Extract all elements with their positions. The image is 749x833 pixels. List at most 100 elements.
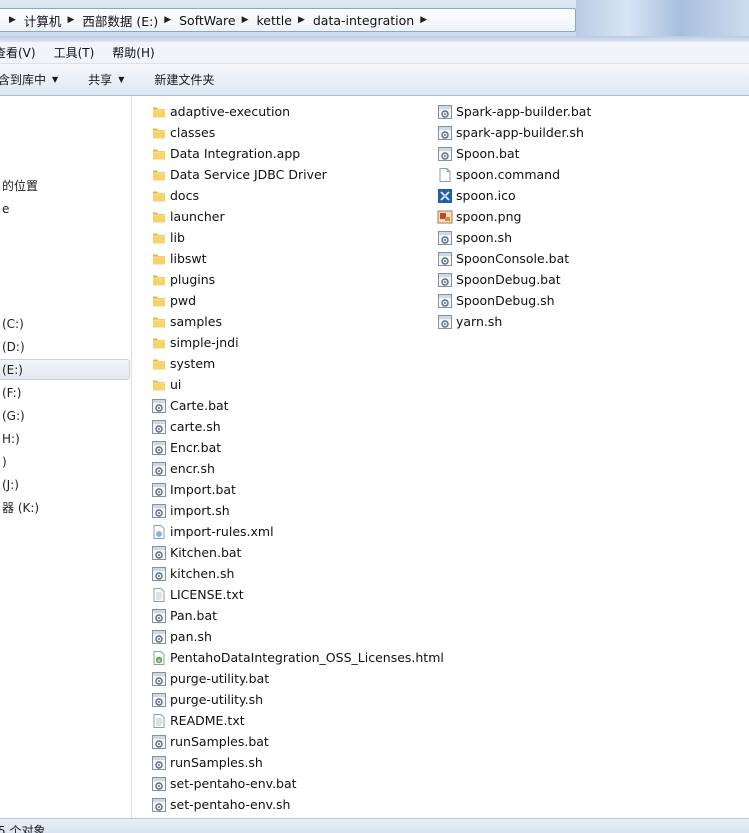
menu-help[interactable]: 帮助(H) [112, 44, 154, 61]
file-item[interactable]: Data Service JDBC Driver [151, 164, 444, 185]
file-name: spark-app-builder.sh [456, 125, 584, 140]
address-bar-area: ▶ 计算机 ▶ 西部数据 (E:) ▶ SoftWare ▶ kettle ▶ data… [0, 0, 749, 42]
folder-icon [151, 335, 167, 351]
file-item[interactable]: yarn.sh [437, 311, 591, 332]
file-item[interactable]: spoon.ico [437, 185, 591, 206]
chevron-right-icon[interactable]: ▶ [420, 15, 427, 25]
nav-item-drive-i[interactable]: ) [0, 451, 130, 472]
file-item[interactable]: classes [151, 122, 444, 143]
script-icon [437, 314, 453, 330]
file-item[interactable]: Encr.bat [151, 437, 444, 458]
file-item[interactable]: Kitchen.bat [151, 542, 444, 563]
script-icon [151, 440, 167, 456]
file-item[interactable]: launcher [151, 206, 444, 227]
chevron-right-icon[interactable]: ▶ [242, 15, 249, 25]
file-list-view[interactable]: adaptive-execution classes Data Integratio… [133, 96, 749, 818]
file-item[interactable]: SpoonDebug.sh [437, 290, 591, 311]
new-folder-button[interactable]: 新建文件夹 [154, 71, 214, 88]
navigation-pane[interactable]: 的位置 e (C:) (D:) (E:) (F:) (G:) H:) ) (J:… [0, 96, 132, 818]
file-item[interactable]: Pan.bat [151, 605, 444, 626]
file-item[interactable]: import-rules.xml [151, 521, 444, 542]
script-icon [151, 734, 167, 750]
nav-item-drive-e[interactable]: (E:) [0, 359, 130, 380]
file-name: carte.sh [170, 419, 221, 434]
file-item[interactable]: pan.sh [151, 626, 444, 647]
script-icon [437, 251, 453, 267]
breadcrumb-root-chevron[interactable]: ▶ [0, 9, 18, 31]
file-name: simple-jndi [170, 335, 239, 350]
file-item[interactable]: libswt [151, 248, 444, 269]
breadcrumb-item-data-integration[interactable]: data-integration ▶ [307, 9, 429, 31]
nav-item-drive-f[interactable]: (F:) [0, 382, 130, 403]
file-item[interactable]: purge-utility.sh [151, 689, 444, 710]
text-file-icon [151, 587, 167, 603]
file-name: samples [170, 314, 222, 329]
file-item[interactable]: kitchen.sh [151, 563, 444, 584]
file-item[interactable]: LICENSE.txt [151, 584, 444, 605]
chevron-right-icon[interactable]: ▶ [298, 15, 305, 25]
breadcrumb-item-software[interactable]: SoftWare ▶ [173, 9, 250, 31]
file-name: lib [170, 230, 185, 245]
file-item[interactable]: ui [151, 374, 444, 395]
file-item[interactable]: SpoonDebug.bat [437, 269, 591, 290]
nav-item-drive-c[interactable]: (C:) [0, 313, 130, 334]
text-file-icon [151, 713, 167, 729]
file-item[interactable]: Carte.bat [151, 395, 444, 416]
breadcrumb-label: 西部数据 (E:) [82, 13, 159, 29]
file-item[interactable]: Spoon.bat [437, 143, 591, 164]
file-item[interactable]: pwd [151, 290, 444, 311]
nav-item-drive-j[interactable]: (J:) [0, 474, 130, 495]
file-item[interactable]: spoon.png [437, 206, 591, 227]
menu-tools[interactable]: 工具(T) [54, 44, 95, 61]
file-item[interactable]: carte.sh [151, 416, 444, 437]
nav-item-drive-k[interactable]: 器 (K:) [0, 497, 130, 518]
share-button[interactable]: 共享 ▼ [88, 71, 124, 88]
file-name: spoon.command [456, 167, 561, 182]
include-in-library-button[interactable]: 含到库中 ▼ [0, 71, 58, 88]
file-item[interactable]: plugins [151, 269, 444, 290]
nav-item-drive-g[interactable]: (G:) [0, 405, 130, 426]
nav-item-recent-places[interactable]: 的位置 [0, 175, 130, 196]
file-item[interactable]: Import.bat [151, 479, 444, 500]
nav-item-label: H:) [2, 431, 20, 446]
file-item[interactable]: purge-utility.bat [151, 668, 444, 689]
breadcrumb-item-kettle[interactable]: kettle ▶ [251, 9, 307, 31]
chevron-right-icon[interactable]: ▶ [164, 15, 171, 25]
file-item[interactable]: runSamples.sh [151, 752, 444, 773]
file-item[interactable]: Data Integration.app [151, 143, 444, 164]
script-icon [151, 398, 167, 414]
nav-item-label: ) [2, 454, 7, 469]
breadcrumb-item-drive-e[interactable]: 西部数据 (E:) ▶ [76, 9, 173, 31]
nav-item-partial[interactable]: e [0, 198, 130, 219]
file-item[interactable]: lib [151, 227, 444, 248]
file-item[interactable]: Spark-app-builder.bat [437, 101, 591, 122]
file-item[interactable]: set-pentaho-env.bat [151, 773, 444, 794]
file-item[interactable]: runSamples.bat [151, 731, 444, 752]
file-item[interactable]: system [151, 353, 444, 374]
menu-view[interactable]: 查看(V) [0, 44, 36, 61]
nav-item-drive-h[interactable]: H:) [0, 428, 130, 449]
file-name: purge-utility.sh [170, 692, 264, 707]
breadcrumb-item-computer[interactable]: 计算机 ▶ [18, 9, 76, 31]
file-item[interactable]: docs [151, 185, 444, 206]
file-item[interactable]: spark-app-builder.sh [437, 122, 591, 143]
folder-icon [151, 293, 167, 309]
chevron-right-icon[interactable]: ▶ [67, 15, 74, 25]
file-item[interactable]: adaptive-execution [151, 101, 444, 122]
file-item[interactable]: SpoonConsole.bat [437, 248, 591, 269]
script-icon [151, 776, 167, 792]
file-item[interactable]: e PentahoDataIntegration_OSS_Licenses.htm… [151, 647, 444, 668]
file-name: pan.sh [170, 629, 212, 644]
file-item[interactable]: simple-jndi [151, 332, 444, 353]
file-item[interactable]: import.sh [151, 500, 444, 521]
nav-item-label: 器 (K:) [2, 501, 40, 515]
file-item[interactable]: README.txt [151, 710, 444, 731]
file-item[interactable]: encr.sh [151, 458, 444, 479]
file-item[interactable]: samples [151, 311, 444, 332]
file-item[interactable]: spoon.command [437, 164, 591, 185]
file-item[interactable]: spoon.sh [437, 227, 591, 248]
folder-icon [151, 314, 167, 330]
address-bar[interactable]: ▶ 计算机 ▶ 西部数据 (E:) ▶ SoftWare ▶ kettle ▶ data… [0, 8, 576, 32]
file-item[interactable]: set-pentaho-env.sh [151, 794, 444, 815]
nav-item-drive-d[interactable]: (D:) [0, 336, 130, 357]
